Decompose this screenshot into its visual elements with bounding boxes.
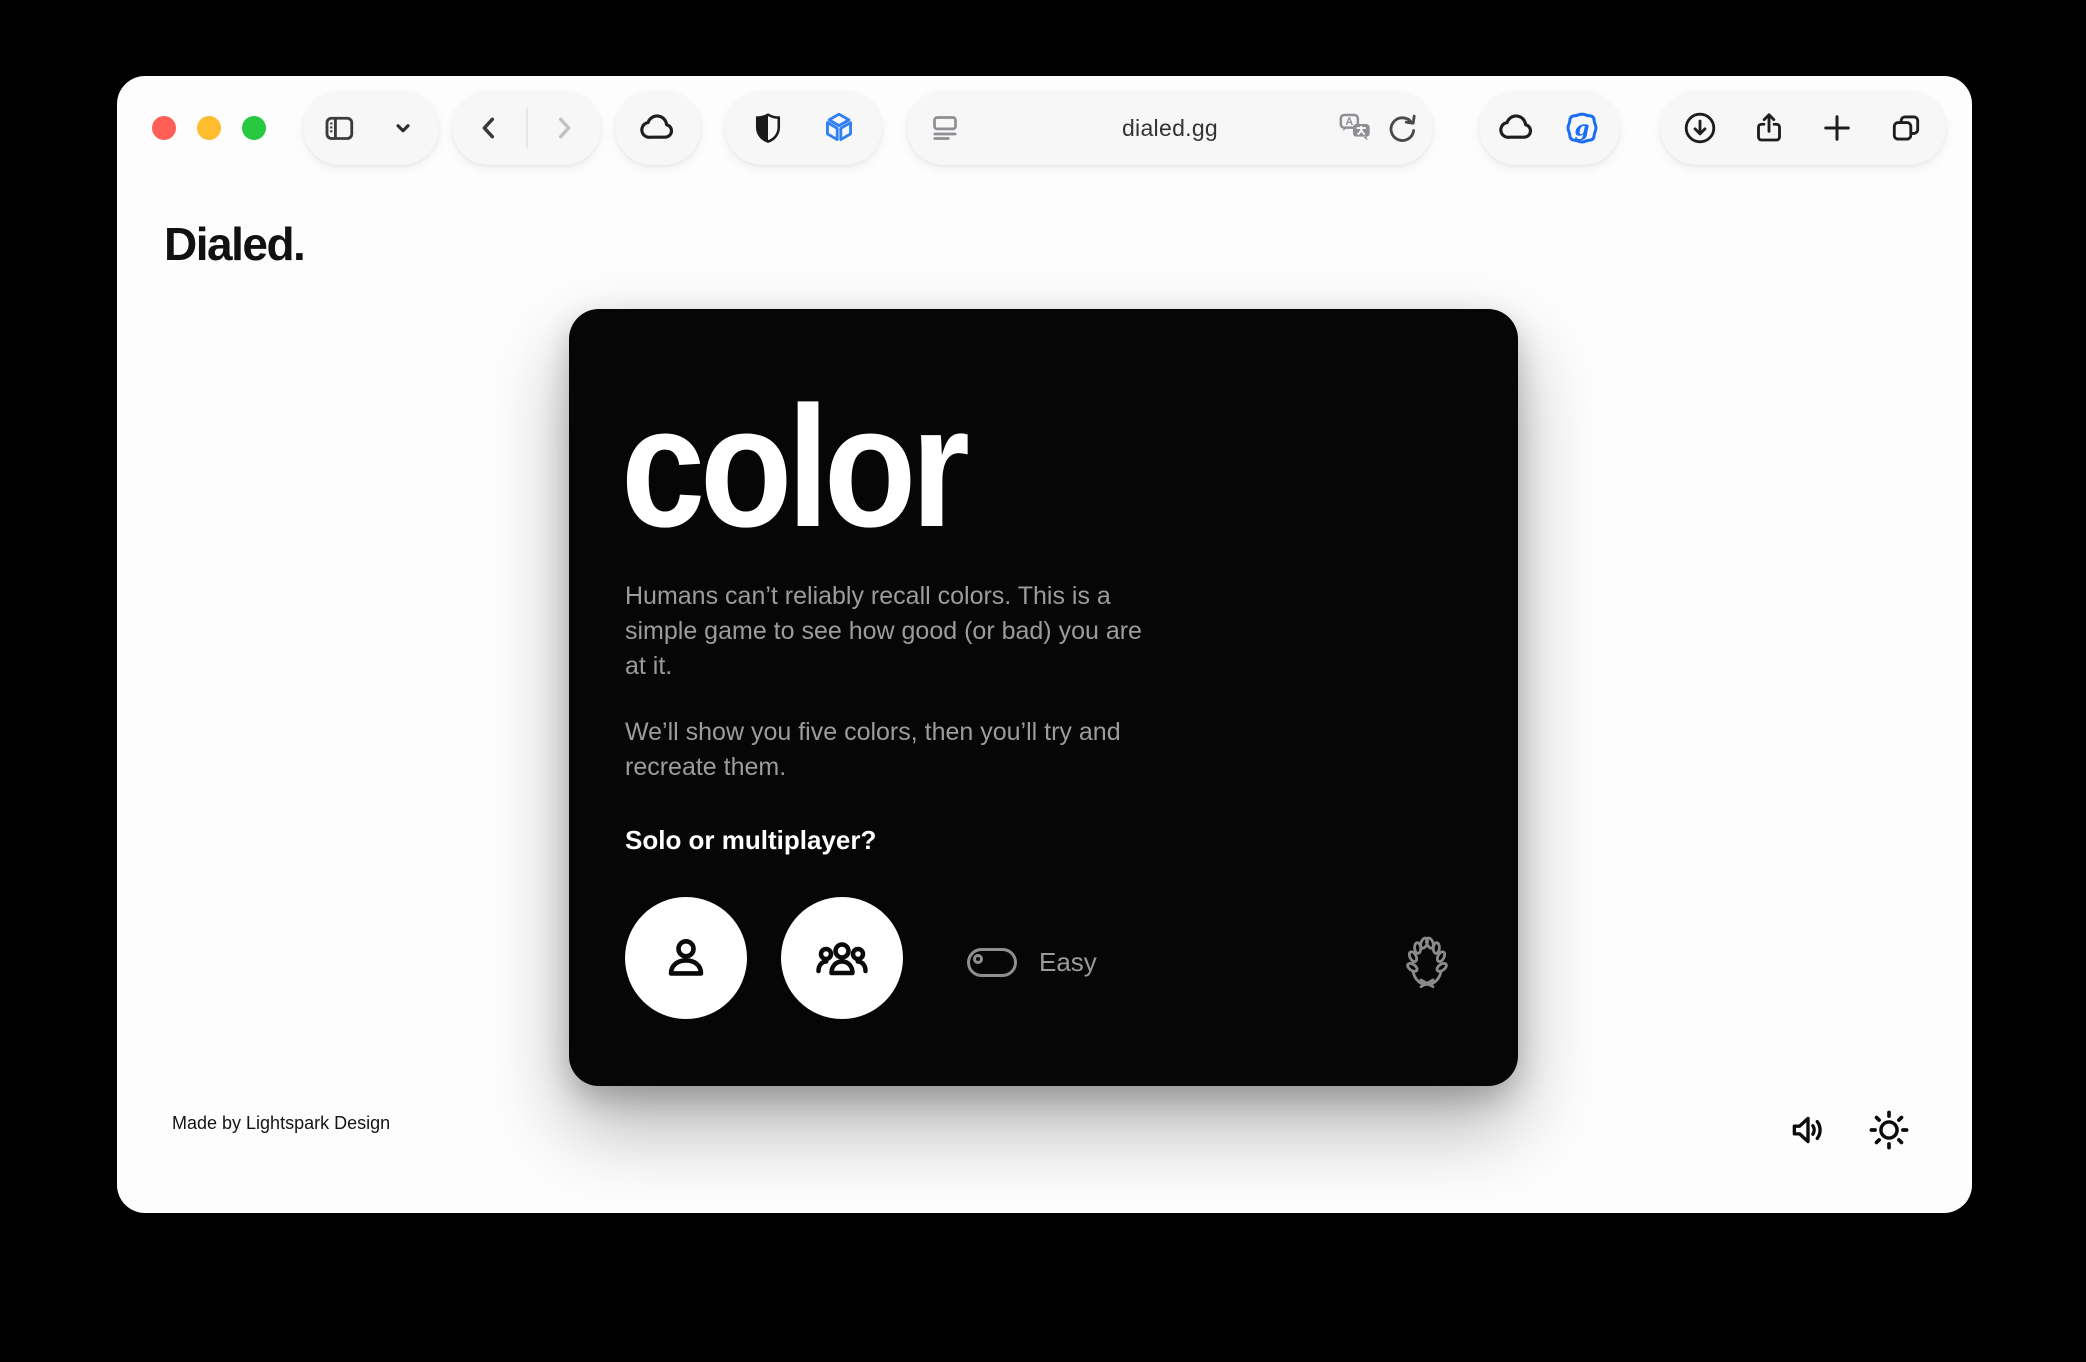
tab-overview-button[interactable] — [1878, 91, 1934, 165]
svg-text:A: A — [1345, 116, 1353, 128]
toggle-knob-icon — [973, 954, 983, 964]
window-actions-group — [1660, 91, 1946, 165]
theme-toggle-button[interactable] — [1866, 1107, 1912, 1153]
safari-window: dialed.gg A — [117, 76, 1972, 1213]
reload-icon — [1385, 111, 1419, 145]
solo-mode-button[interactable] — [625, 897, 747, 1019]
reader-icon — [927, 110, 963, 146]
intro-paragraph: Humans can’t reliably recall colors. Thi… — [625, 579, 1142, 684]
mode-question: Solo or multiplayer? — [625, 825, 876, 856]
cube-extension-button[interactable] — [811, 91, 867, 165]
cloud-tab-icon — [1498, 109, 1536, 147]
cloud-button[interactable] — [630, 91, 686, 165]
details-line: recreate them. — [625, 750, 1121, 785]
chevron-down-icon — [388, 113, 418, 143]
share-icon — [1751, 110, 1787, 146]
cloud-group — [615, 91, 701, 165]
footer-credit[interactable]: Made by Lightspark Design — [172, 1113, 390, 1134]
traffic-lights — [152, 116, 266, 140]
url-text[interactable]: dialed.gg — [1122, 115, 1218, 142]
cloud-tab-button[interactable] — [1489, 91, 1545, 165]
tab-overview-icon — [1888, 110, 1924, 146]
share-button[interactable] — [1741, 91, 1797, 165]
address-bar[interactable]: dialed.gg A — [907, 91, 1433, 165]
translate-icon: A — [1335, 108, 1375, 148]
difficulty-label[interactable]: Easy — [1039, 945, 1097, 979]
multiplayer-mode-button[interactable] — [781, 897, 903, 1019]
download-icon — [1682, 110, 1718, 146]
details-paragraph: We’ll show you five colors, then you’ll … — [625, 715, 1121, 785]
theme-sun-icon — [1867, 1108, 1911, 1152]
new-tab-button[interactable] — [1809, 91, 1865, 165]
game-title: color — [621, 381, 965, 553]
translate-button[interactable]: A — [1335, 108, 1375, 153]
shield-extension-icon — [751, 111, 785, 145]
nav-divider — [526, 108, 528, 148]
screenshot-stage: dialed.gg A — [0, 0, 2086, 1362]
back-button[interactable] — [461, 91, 517, 165]
intro-line: at it. — [625, 649, 1142, 684]
details-line: We’ll show you five colors, then you’ll … — [625, 715, 1121, 750]
multiplayer-group-icon — [812, 928, 872, 988]
forward-button[interactable] — [536, 91, 592, 165]
laurel-wreath-icon — [1395, 930, 1459, 994]
forward-icon — [548, 112, 580, 144]
sidebar-toggle-button[interactable] — [311, 91, 367, 165]
right-extensions-group: g — [1479, 91, 1620, 165]
browser-toolbar: dialed.gg A — [117, 76, 1972, 226]
site-logo[interactable]: Dialed. — [164, 217, 304, 271]
svg-text:g: g — [1575, 117, 1590, 142]
leaderboard-button[interactable] — [1394, 929, 1460, 995]
downloads-button[interactable] — [1672, 91, 1728, 165]
intro-line: simple game to see how good (or bad) you… — [625, 614, 1142, 649]
reload-button[interactable] — [1385, 111, 1419, 150]
game-intro-card: color Humans can’t reliably recall color… — [569, 309, 1518, 1086]
sound-toggle-button[interactable] — [1785, 1107, 1831, 1153]
address-bar-actions: A — [1335, 108, 1419, 153]
back-icon — [473, 112, 505, 144]
cube-extension-icon — [821, 110, 857, 146]
zoom-window-button[interactable] — [242, 116, 266, 140]
grammarly-extension-button[interactable]: g — [1554, 91, 1610, 165]
sidebar-group — [303, 91, 439, 165]
volume-icon — [1787, 1109, 1829, 1151]
history-nav-group — [452, 91, 601, 165]
sidebar-chevron-button[interactable] — [375, 91, 431, 165]
extensions-group — [725, 91, 882, 165]
shield-extension-button[interactable] — [740, 91, 796, 165]
minimize-window-button[interactable] — [197, 116, 221, 140]
close-window-button[interactable] — [152, 116, 176, 140]
grammarly-extension-icon: g — [1563, 109, 1601, 147]
solo-person-icon — [657, 929, 715, 987]
cloud-icon — [639, 109, 677, 147]
reader-button[interactable] — [927, 110, 963, 151]
difficulty-toggle[interactable] — [967, 948, 1017, 977]
intro-line: Humans can’t reliably recall colors. Thi… — [625, 579, 1142, 614]
new-tab-icon — [1819, 110, 1855, 146]
sidebar-icon — [321, 110, 357, 146]
